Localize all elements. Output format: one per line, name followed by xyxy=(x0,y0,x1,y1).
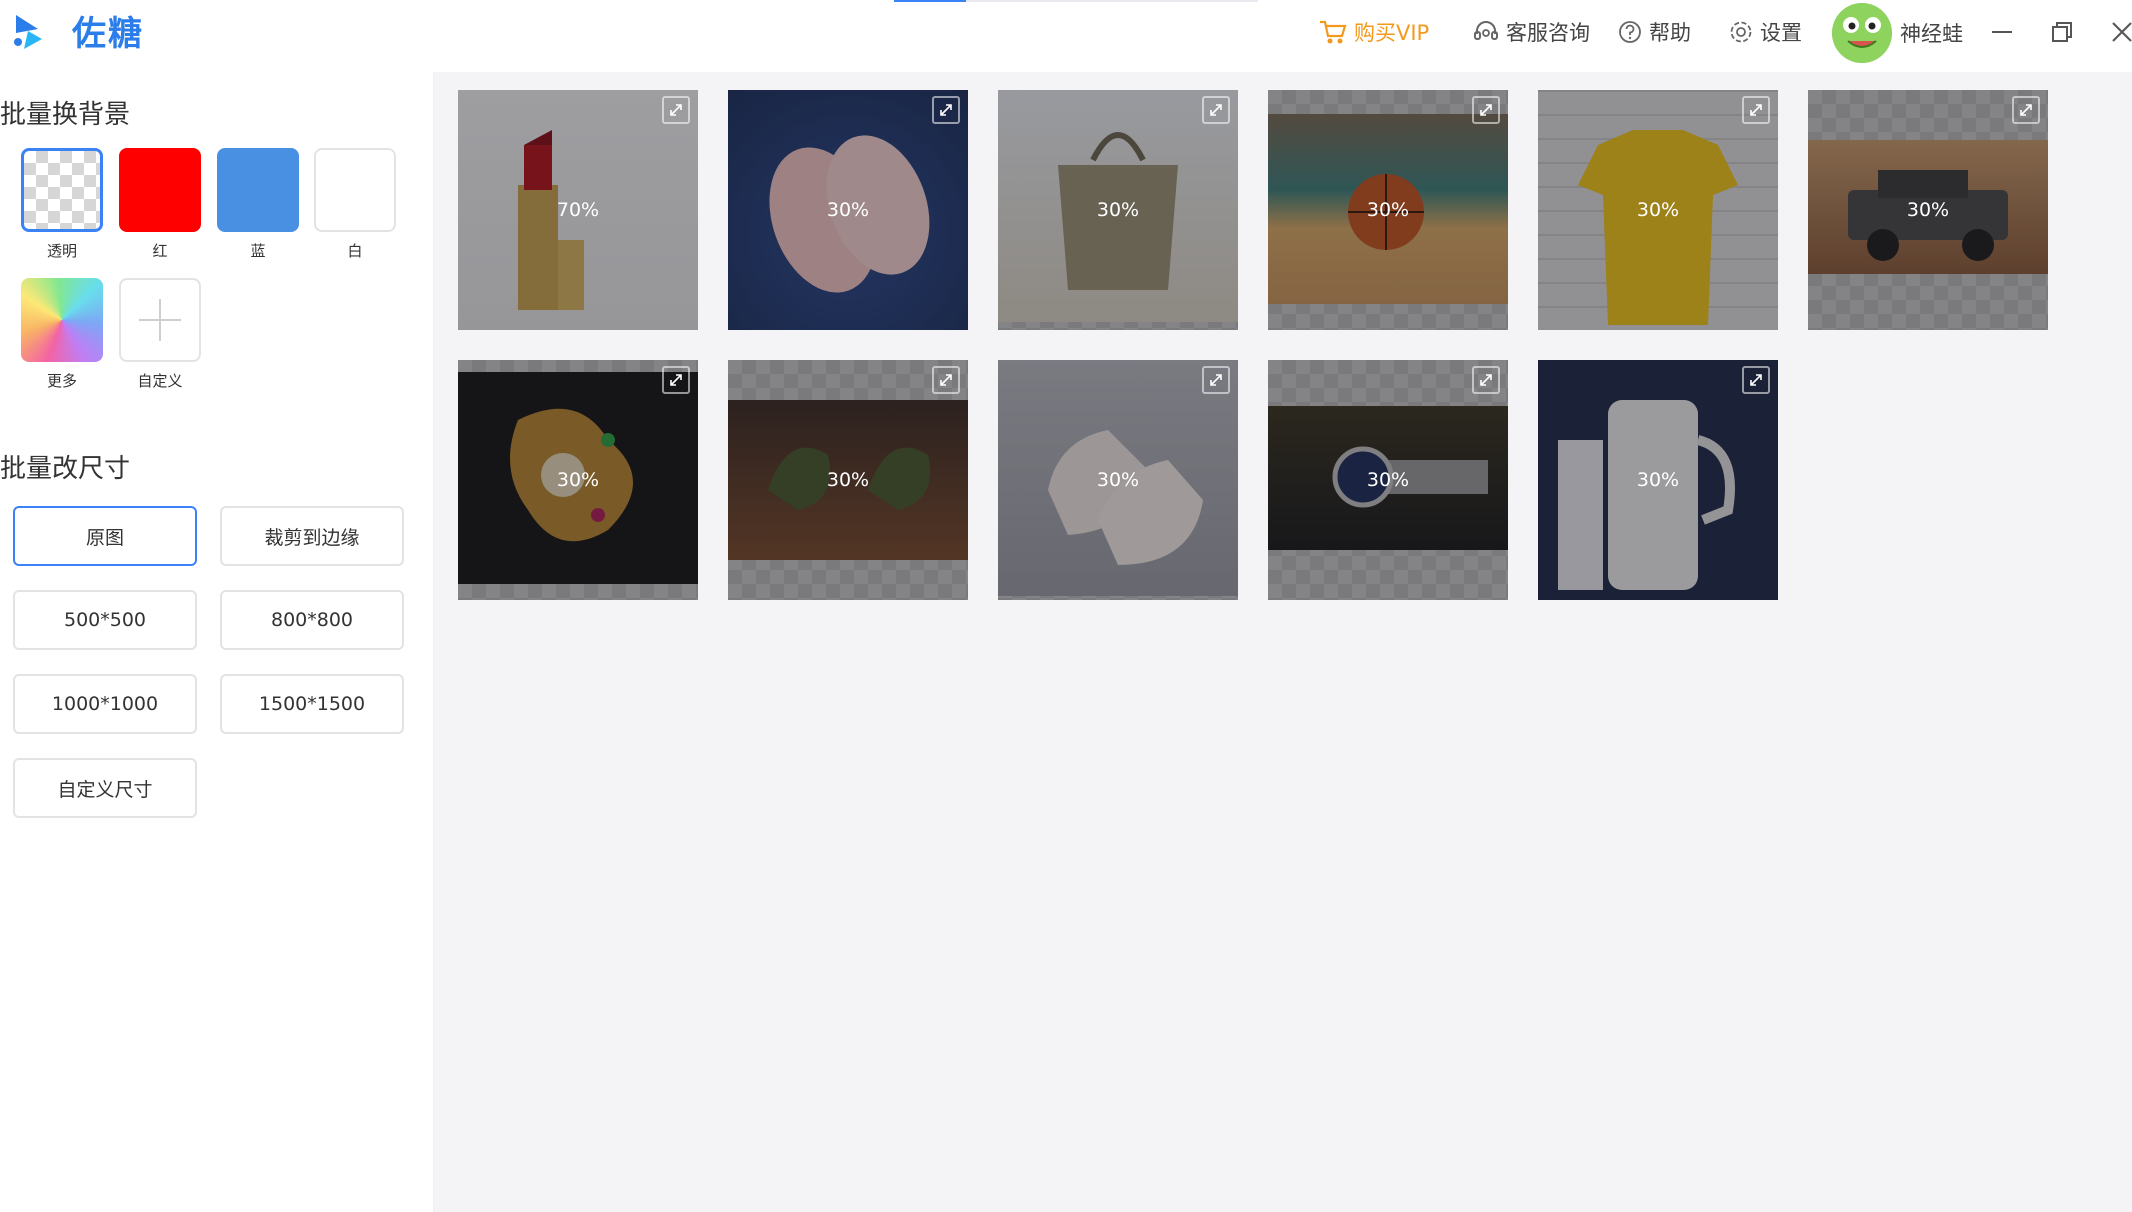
frog-avatar-icon xyxy=(1832,3,1892,63)
swatch-white-label: 白 xyxy=(347,242,363,260)
progress-label: 30% xyxy=(1096,199,1140,221)
expand-icon[interactable] xyxy=(932,96,960,124)
expand-icon[interactable] xyxy=(1202,366,1230,394)
expand-icon[interactable] xyxy=(1742,96,1770,124)
progress-label: 30% xyxy=(1636,469,1680,491)
avatar xyxy=(1832,3,1892,63)
close-icon xyxy=(2112,22,2132,42)
size-original-button[interactable]: 原图 xyxy=(13,506,197,566)
image-card-earbuds[interactable]: 30% xyxy=(728,360,968,600)
swatch-white[interactable] xyxy=(314,148,396,232)
app-logo: 佐糖 xyxy=(8,6,144,55)
customer-service-label: 客服咨询 xyxy=(1506,21,1590,45)
size-1500-button[interactable]: 1500*1500 xyxy=(220,674,404,734)
cart-icon xyxy=(1320,20,1347,44)
expand-icon[interactable] xyxy=(2012,96,2040,124)
image-card-handbag[interactable]: 30% xyxy=(998,90,1238,330)
progress-label: 70% xyxy=(556,199,600,221)
expand-icon[interactable] xyxy=(932,366,960,394)
minimize-icon xyxy=(1992,31,2012,33)
title-bar: 佐糖 购买VIP 客服咨询 帮助 设置 神经蛙 xyxy=(0,0,2132,72)
restore-button[interactable] xyxy=(2044,14,2080,50)
size-800-button[interactable]: 800*800 xyxy=(220,590,404,650)
batch-background-title: 批量换背景 xyxy=(0,100,131,130)
buy-vip-label: 购买VIP xyxy=(1354,21,1430,45)
image-card-watch[interactable]: 30% xyxy=(1268,360,1508,600)
progress-label: 30% xyxy=(1636,199,1680,221)
settings-button[interactable]: 设置 xyxy=(1728,14,1802,50)
question-icon xyxy=(1619,21,1641,43)
username: 神经蛙 xyxy=(1900,22,1963,46)
expand-icon[interactable] xyxy=(1202,96,1230,124)
logo-icon xyxy=(14,14,42,49)
expand-icon[interactable] xyxy=(662,366,690,394)
restore-icon xyxy=(2052,22,2072,42)
swatch-blue-label: 蓝 xyxy=(250,242,266,260)
swatch-transparent[interactable] xyxy=(21,148,103,232)
minimize-button[interactable] xyxy=(1984,14,2020,50)
image-card-brooch[interactable]: 30% xyxy=(458,360,698,600)
progress-label: 30% xyxy=(1096,469,1140,491)
swatch-more-label: 更多 xyxy=(46,372,77,390)
size-500-button[interactable]: 500*500 xyxy=(13,590,197,650)
image-card-t-shirt[interactable]: 30% xyxy=(1538,90,1778,330)
swatch-custom[interactable] xyxy=(119,278,201,362)
expand-icon[interactable] xyxy=(662,96,690,124)
swatch-more[interactable] xyxy=(21,278,103,362)
swatch-custom-label: 自定义 xyxy=(137,372,183,390)
progress-label: 30% xyxy=(826,199,870,221)
close-button[interactable] xyxy=(2104,14,2132,50)
help-button[interactable]: 帮助 xyxy=(1617,14,1691,50)
size-custom-button[interactable]: 自定义尺寸 xyxy=(13,758,197,818)
size-1000-button[interactable]: 1000*1000 xyxy=(13,674,197,734)
progress-label: 30% xyxy=(826,469,870,491)
image-card-basketball[interactable]: 30% xyxy=(1268,90,1508,330)
help-label: 帮助 xyxy=(1649,21,1691,45)
expand-icon[interactable] xyxy=(1742,366,1770,394)
image-grid: 70% 30% 30% 30% 30% 30% 30% 30% 30% 30% … xyxy=(434,72,2132,1212)
image-card-lipstick[interactable]: 70% xyxy=(458,90,698,330)
plus-icon xyxy=(139,299,181,341)
swatch-blue[interactable] xyxy=(217,148,299,232)
size-crop-to-edge-button[interactable]: 裁剪到边缘 xyxy=(220,506,404,566)
progress-label: 30% xyxy=(1366,199,1410,221)
user-profile[interactable]: 神经蛙 xyxy=(1832,3,1963,63)
swatch-transparent-label: 透明 xyxy=(46,242,77,260)
image-card-jeep[interactable]: 30% xyxy=(1808,90,2048,330)
buy-vip-button[interactable]: 购买VIP xyxy=(1318,14,1429,50)
app-name: 佐糖 xyxy=(72,14,144,54)
batch-resize-title: 批量改尺寸 xyxy=(0,454,131,484)
swatch-red-label: 红 xyxy=(152,242,168,260)
expand-icon[interactable] xyxy=(1472,366,1500,394)
image-card-sneakers[interactable]: 30% xyxy=(998,360,1238,600)
progress-label: 30% xyxy=(1906,199,1950,221)
headset-icon xyxy=(1474,21,1498,40)
sidebar: 批量换背景 透明 红 蓝 白 更多 自定义 批量改尺寸 原图 裁剪到边缘 500… xyxy=(0,72,434,1212)
customer-service-button[interactable]: 客服咨询 xyxy=(1472,14,1590,50)
image-card-slippers[interactable]: 30% xyxy=(728,90,968,330)
image-card-thermos[interactable]: 30% xyxy=(1538,360,1778,600)
settings-label: 设置 xyxy=(1760,21,1802,45)
swatch-red[interactable] xyxy=(119,148,201,232)
progress-indicator xyxy=(894,0,1258,2)
expand-icon[interactable] xyxy=(1472,96,1500,124)
gear-icon xyxy=(1730,21,1752,43)
progress-label: 30% xyxy=(1366,469,1410,491)
progress-label: 30% xyxy=(556,469,600,491)
